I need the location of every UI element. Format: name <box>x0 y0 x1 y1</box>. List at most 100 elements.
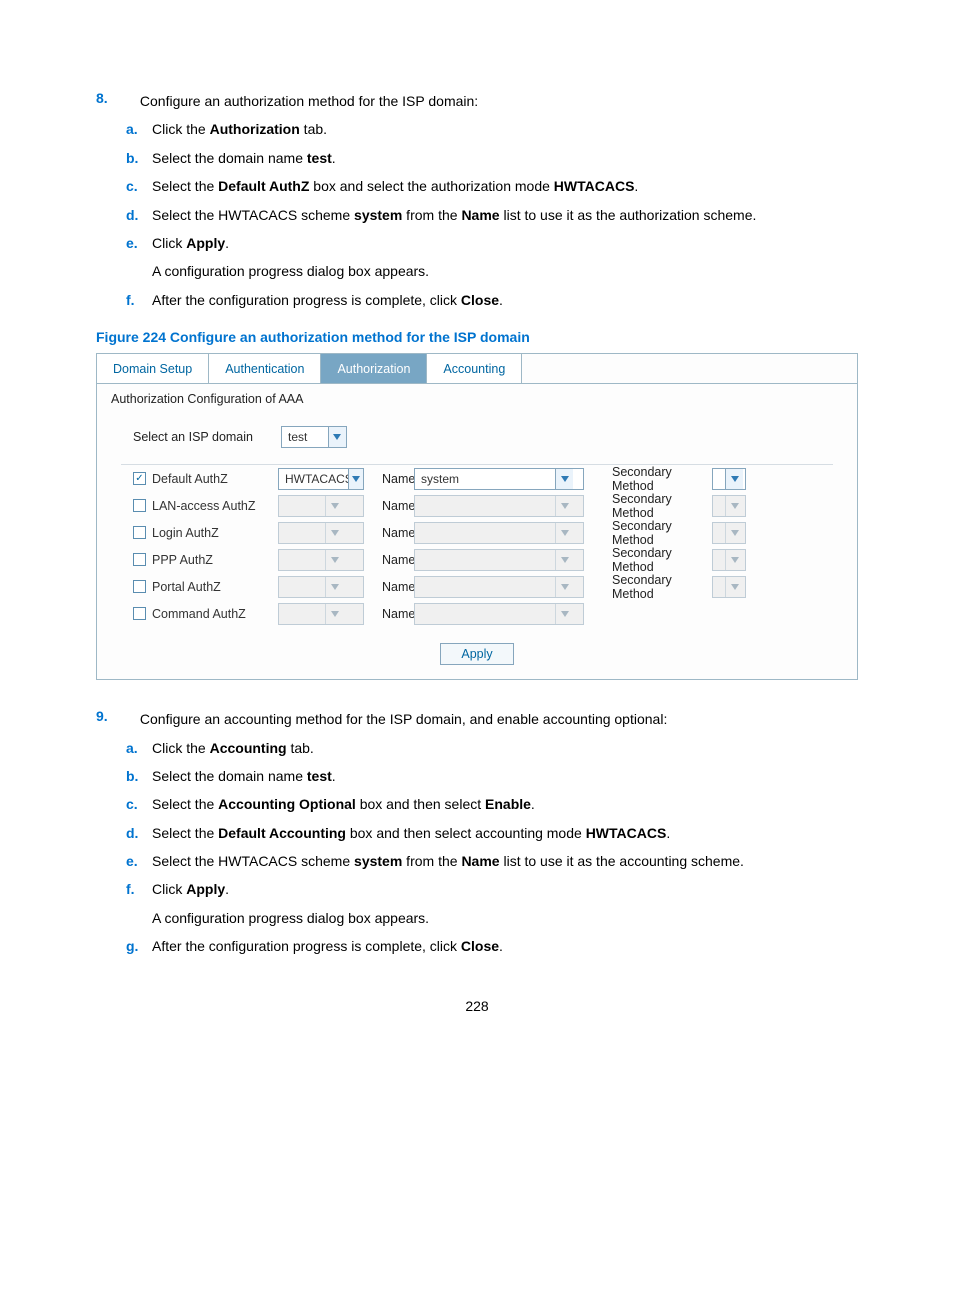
row-label: Login AuthZ <box>152 526 219 540</box>
tab-domain-setup[interactable]: Domain Setup <box>97 354 209 383</box>
chevron-down-icon <box>325 523 343 543</box>
checkbox[interactable] <box>133 472 146 485</box>
substep-text: Click the Accounting tab. <box>152 737 854 759</box>
secondary-select <box>712 522 746 544</box>
substep-text: Select the Default Accounting box and th… <box>152 822 854 844</box>
substep-letter: a. <box>126 737 152 759</box>
checkbox[interactable] <box>133 580 146 593</box>
secondary-label: Secondary Method <box>584 546 712 574</box>
chevron-down-icon <box>555 469 573 489</box>
chevron-down-icon <box>325 496 343 516</box>
domain-select-value: test <box>282 430 328 444</box>
substep-text: Select the HWTACACS scheme system from t… <box>152 204 854 226</box>
step-text: Configure an authorization method for th… <box>140 90 854 112</box>
chevron-down-icon <box>325 604 343 624</box>
figure-caption: Figure 224 Configure an authorization me… <box>96 329 858 345</box>
substep-text: Select the HWTACACS scheme system from t… <box>152 850 854 872</box>
row-label: Portal AuthZ <box>152 580 221 594</box>
name-label: Name <box>364 580 414 594</box>
tab-authorization[interactable]: Authorization <box>321 354 427 383</box>
step-number: 8. <box>96 90 136 106</box>
substep-text: After the configuration progress is comp… <box>152 935 854 957</box>
config-panel: Domain SetupAuthenticationAuthorizationA… <box>96 353 858 680</box>
row-label: Default AuthZ <box>152 472 228 486</box>
name-select <box>414 522 584 544</box>
method-select <box>278 549 364 571</box>
chevron-down-icon <box>555 550 573 570</box>
chevron-down-icon <box>325 550 343 570</box>
method-value: HWTACACS <box>279 472 348 486</box>
config-row: Default AuthZ HWTACACS Namesystem Secondary… <box>121 465 833 492</box>
chevron-down-icon <box>328 427 346 447</box>
method-select <box>278 495 364 517</box>
row-label: PPP AuthZ <box>152 553 213 567</box>
chevron-down-icon <box>725 523 743 543</box>
chevron-down-icon <box>725 496 743 516</box>
chevron-down-icon <box>555 523 573 543</box>
domain-select[interactable]: test <box>281 426 347 448</box>
substep-letter: e. <box>126 850 152 872</box>
secondary-select <box>712 576 746 598</box>
substep-letter: c. <box>126 175 152 197</box>
substep-letter: a. <box>126 118 152 140</box>
method-select <box>278 576 364 598</box>
substep-letter: c. <box>126 793 152 815</box>
chevron-down-icon <box>555 604 573 624</box>
step-text: Configure an accounting method for the I… <box>140 708 854 730</box>
substep-letter: d. <box>126 822 152 844</box>
substep-text: Select the domain name test. <box>152 147 854 169</box>
name-label: Name <box>364 526 414 540</box>
checkbox[interactable] <box>133 526 146 539</box>
name-label: Name <box>364 472 414 486</box>
secondary-select <box>712 549 746 571</box>
section-title: Authorization Configuration of AAA <box>97 384 857 410</box>
substep-text: Click the Authorization tab. <box>152 118 854 140</box>
tab-accounting[interactable]: Accounting <box>427 354 522 383</box>
config-row: PPP AuthZ Name Secondary Method <box>121 546 833 573</box>
method-select <box>278 603 364 625</box>
substep-text: Select the domain name test. <box>152 765 854 787</box>
name-label: Name <box>364 607 414 621</box>
substep-letter: f. <box>126 878 152 900</box>
secondary-label: Secondary Method <box>584 465 712 493</box>
tab-bar: Domain SetupAuthenticationAuthorizationA… <box>97 354 857 384</box>
chevron-down-icon <box>348 469 363 489</box>
config-row: Login AuthZ Name Secondary Method <box>121 519 833 546</box>
step-number: 9. <box>96 708 136 724</box>
domain-label: Select an ISP domain <box>133 430 253 444</box>
config-row: Command AuthZName <box>121 600 833 627</box>
chevron-down-icon <box>725 469 743 489</box>
name-select <box>414 576 584 598</box>
name-label: Name <box>364 553 414 567</box>
substep-text: Select the Accounting Optional box and t… <box>152 793 854 815</box>
step-note: A configuration progress dialog box appe… <box>152 907 854 929</box>
substep-text: Select the Default AuthZ box and select … <box>152 175 854 197</box>
name-select <box>414 495 584 517</box>
name-select[interactable]: system <box>414 468 584 490</box>
secondary-select[interactable] <box>712 468 746 490</box>
chevron-down-icon <box>725 550 743 570</box>
config-row: Portal AuthZ Name Secondary Method <box>121 573 833 600</box>
name-select <box>414 549 584 571</box>
secondary-label: Secondary Method <box>584 519 712 547</box>
substep-text: Click Apply. <box>152 878 854 900</box>
name-value: system <box>415 472 555 486</box>
name-label: Name <box>364 499 414 513</box>
substep-letter: b. <box>126 147 152 169</box>
substep-letter: f. <box>126 289 152 311</box>
apply-button[interactable]: Apply <box>440 643 513 665</box>
checkbox[interactable] <box>133 499 146 512</box>
checkbox[interactable] <box>133 607 146 620</box>
name-select <box>414 603 584 625</box>
substep-letter: e. <box>126 232 152 254</box>
config-row: LAN-access AuthZNameSecondary Method <box>121 492 833 519</box>
step-note: A configuration progress dialog box appe… <box>152 260 854 282</box>
page-number: 228 <box>96 998 858 1014</box>
tab-authentication[interactable]: Authentication <box>209 354 321 383</box>
chevron-down-icon <box>555 496 573 516</box>
secondary-label: Secondary Method <box>584 573 712 601</box>
substep-text: Click Apply. <box>152 232 854 254</box>
method-select[interactable]: HWTACACS <box>278 468 364 490</box>
checkbox[interactable] <box>133 553 146 566</box>
substep-letter: g. <box>126 935 152 957</box>
